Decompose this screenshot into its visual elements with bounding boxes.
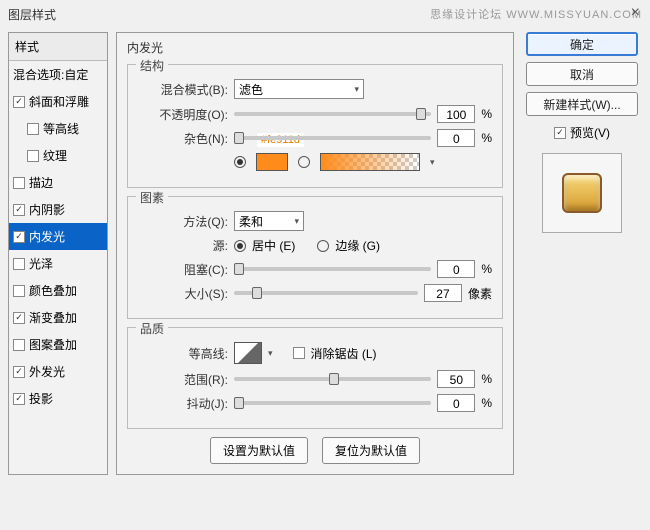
choke-label: 阻塞(C): [138, 261, 228, 278]
preview-thumbnail [542, 153, 622, 233]
range-input[interactable]: 50 [437, 370, 475, 388]
chevron-down-icon[interactable]: ▾ [268, 348, 273, 359]
options-panel: 内发光 #fe911d 结构 混合模式(B): 滤色▾ 不透明度(O): 100… [116, 32, 514, 475]
size-slider[interactable] [234, 291, 418, 295]
quality-group: 品质 等高线: ▾ 消除锯齿 (L) 范围(R): 50 % 抖动(J): 0 … [127, 327, 503, 429]
blend-options-row[interactable]: 混合选项:自定 [9, 61, 107, 88]
jitter-label: 抖动(J): [138, 395, 228, 412]
chevron-down-icon: ▾ [294, 216, 299, 227]
noise-slider[interactable] [234, 136, 431, 140]
blendmode-select[interactable]: 滤色▾ [234, 79, 364, 99]
preview-checkbox[interactable] [554, 127, 566, 139]
antialias-checkbox[interactable] [293, 347, 305, 359]
sidebar-item-patternoverlay[interactable]: 图案叠加 [9, 331, 107, 358]
method-label: 方法(Q): [138, 213, 228, 230]
blendmode-label: 混合模式(B): [138, 81, 228, 98]
title-bar: 图层样式 思缘设计论坛 WWW.MISSYUAN.COM × [0, 0, 650, 28]
cancel-button[interactable]: 取消 [526, 62, 638, 86]
new-style-button[interactable]: 新建样式(W)... [526, 92, 638, 116]
jitter-slider[interactable] [234, 401, 431, 405]
range-label: 范围(R): [138, 371, 228, 388]
source-center-radio[interactable] [234, 240, 246, 252]
checkbox-icon[interactable] [13, 339, 25, 351]
contour-label: 等高线: [138, 345, 228, 362]
set-default-button[interactable]: 设置为默认值 [210, 437, 308, 464]
watermark: 思缘设计论坛 WWW.MISSYUAN.COM [430, 6, 642, 22]
checkbox-icon[interactable] [27, 150, 39, 162]
panel-title: 内发光 [127, 39, 503, 56]
checkbox-icon[interactable] [27, 123, 39, 135]
checkbox-icon[interactable] [13, 177, 25, 189]
elements-group: 图素 方法(Q): 柔和▾ 源: 居中 (E) 边缘 (G) 阻塞(C): 0 … [127, 196, 503, 319]
opacity-label: 不透明度(O): [138, 106, 228, 123]
checkbox-icon[interactable] [13, 204, 25, 216]
method-select[interactable]: 柔和▾ [234, 211, 304, 231]
noise-input[interactable]: 0 [437, 129, 475, 147]
checkbox-icon[interactable] [13, 393, 25, 405]
sidebar-item-gradientoverlay[interactable]: 渐变叠加 [9, 304, 107, 331]
sidebar-item-texture[interactable]: 纹理 [9, 142, 107, 169]
sidebar-item-satin[interactable]: 光泽 [9, 250, 107, 277]
sidebar-header: 样式 [9, 33, 107, 61]
sidebar-item-stroke[interactable]: 描边 [9, 169, 107, 196]
checkbox-icon[interactable] [13, 231, 25, 243]
checkbox-icon[interactable] [13, 366, 25, 378]
preview-label: 预览(V) [570, 124, 610, 141]
contour-picker[interactable] [234, 342, 262, 364]
chevron-down-icon: ▾ [354, 84, 359, 95]
structure-group: 结构 混合模式(B): 滤色▾ 不透明度(O): 100 % 杂色(N): 0 … [127, 64, 503, 188]
close-icon[interactable]: × [631, 4, 640, 22]
noise-label: 杂色(N): [138, 130, 228, 147]
opacity-slider[interactable] [234, 112, 431, 116]
sidebar-item-coloroverlay[interactable]: 颜色叠加 [9, 277, 107, 304]
checkbox-icon[interactable] [13, 258, 25, 270]
gradient-swatch[interactable] [320, 153, 420, 171]
size-input[interactable]: 27 [424, 284, 462, 302]
jitter-input[interactable]: 0 [437, 394, 475, 412]
color-swatch[interactable] [256, 153, 288, 171]
sidebar-item-dropshadow[interactable]: 投影 [9, 385, 107, 412]
window-title: 图层样式 [8, 6, 56, 23]
choke-input[interactable]: 0 [437, 260, 475, 278]
reset-default-button[interactable]: 复位为默认值 [322, 437, 420, 464]
chevron-down-icon[interactable]: ▾ [430, 157, 435, 168]
preview-icon [562, 173, 602, 213]
color-radio[interactable] [234, 156, 246, 168]
sidebar-item-innershadow[interactable]: 内阴影 [9, 196, 107, 223]
choke-slider[interactable] [234, 267, 431, 271]
checkbox-icon[interactable] [13, 96, 25, 108]
action-column: 确定 取消 新建样式(W)... 预览(V) [522, 32, 642, 475]
sidebar-item-contour[interactable]: 等高线 [9, 115, 107, 142]
checkbox-icon[interactable] [13, 312, 25, 324]
opacity-input[interactable]: 100 [437, 105, 475, 123]
sidebar-item-innerglow[interactable]: 内发光 [9, 223, 107, 250]
ok-button[interactable]: 确定 [526, 32, 638, 56]
range-slider[interactable] [234, 377, 431, 381]
styles-sidebar: 样式 混合选项:自定 斜面和浮雕 等高线 纹理 描边 内阴影 内发光 光泽 颜色… [8, 32, 108, 475]
checkbox-icon[interactable] [13, 285, 25, 297]
source-label: 源: [138, 237, 228, 254]
gradient-radio[interactable] [298, 156, 310, 168]
size-label: 大小(S): [138, 285, 228, 302]
sidebar-item-bevel[interactable]: 斜面和浮雕 [9, 88, 107, 115]
source-edge-radio[interactable] [317, 240, 329, 252]
sidebar-item-outerglow[interactable]: 外发光 [9, 358, 107, 385]
